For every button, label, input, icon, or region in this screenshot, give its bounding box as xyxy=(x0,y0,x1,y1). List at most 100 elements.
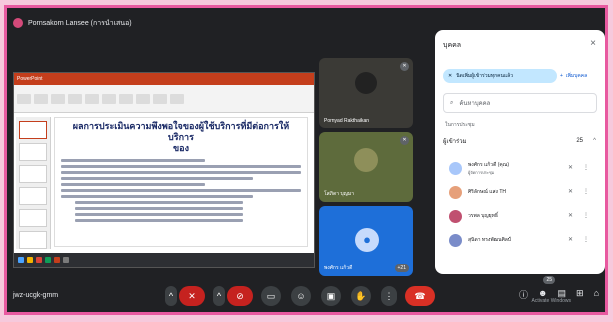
ribbon-button xyxy=(170,93,184,104)
windows-taskbar xyxy=(14,253,314,267)
ribbon-button xyxy=(34,93,48,104)
avatar-icon: ● xyxy=(355,228,379,252)
slide-text-line xyxy=(75,201,243,204)
hand-icon: ✋ xyxy=(355,290,367,301)
slide-text-line xyxy=(75,213,243,216)
participant-row[interactable]: วรพล บุญยุทธิ์ ✕ ⋮ xyxy=(443,204,597,228)
muted-mic-icon[interactable]: ✕ xyxy=(568,236,573,243)
slide-text-line xyxy=(61,189,301,192)
slide-thumbnail xyxy=(19,187,47,205)
more-options-button[interactable]: ⋮ xyxy=(381,286,397,306)
activities-icon[interactable]: ⊞ xyxy=(576,288,584,301)
slide-title: ผลการประเมินความพึงพอใจของผู้ใช้บริการที… xyxy=(61,122,301,155)
presenter-label: Pornsakorn Lansee (การนำเสนอ) xyxy=(28,19,132,27)
ribbon-button xyxy=(153,93,167,104)
participant-tile[interactable]: ● พงศักร แก้วดี +21 xyxy=(319,206,413,276)
muted-mic-icon: ✕ xyxy=(400,62,409,71)
slide-text-line xyxy=(61,165,301,168)
emoji-icon: ☺ xyxy=(296,291,306,301)
section-label: ในการประชุม xyxy=(445,122,475,128)
chevron-up-icon[interactable]: ^ xyxy=(593,134,596,148)
phone-hangup-icon: ☎ xyxy=(414,290,426,301)
meet-window: Pornsakorn Lansee (การนำเสนอ) PowerPoint xyxy=(4,5,608,315)
slide-text-line xyxy=(61,159,205,162)
participant-role: ผู้จัดการประชุม xyxy=(468,169,495,175)
presenter-avatar xyxy=(13,18,23,28)
ppt-title: PowerPoint xyxy=(17,76,43,82)
emoji-button[interactable]: ☺ xyxy=(291,286,311,306)
more-options-icon[interactable]: ⋮ xyxy=(583,236,589,243)
more-participants-badge[interactable]: +21 xyxy=(394,264,409,272)
meeting-code: jwz-ucgk-gmm xyxy=(13,292,59,299)
ribbon-button xyxy=(51,93,65,104)
participant-tile[interactable]: ✕ โสภิดา บุญมา xyxy=(319,132,413,202)
add-people-button[interactable]: + เพิ่มบุคคล xyxy=(555,69,605,83)
slide-thumbnail xyxy=(19,165,47,183)
present-icon: ▣ xyxy=(326,290,336,301)
search-placeholder: ค้นหาบุคคล xyxy=(459,101,491,107)
add-people-label: เพิ่มบุคคล xyxy=(565,73,588,79)
muted-mic-icon[interactable]: ✕ xyxy=(568,212,573,219)
camera-options-button[interactable]: ^ xyxy=(213,286,225,306)
ppt-title-bar: PowerPoint xyxy=(14,73,314,85)
taskbar-icon xyxy=(63,257,69,263)
more-options-icon[interactable]: ⋮ xyxy=(583,188,589,195)
participant-tile[interactable]: ✕ Pornyad Rakthaikan xyxy=(319,58,413,128)
participants-section-header[interactable]: ผู้เข้าร่วม xyxy=(443,134,597,148)
captions-button[interactable]: ▭ xyxy=(261,286,281,306)
info-icon[interactable]: ⓘ xyxy=(519,288,528,301)
people-count-badge: 25 xyxy=(543,276,555,284)
captions-icon: ▭ xyxy=(266,290,276,301)
ppt-ribbon xyxy=(14,85,314,113)
present-button[interactable]: ▣ xyxy=(321,286,341,306)
add-all-button[interactable]: ✕ นิดเพิ่มผู้เข้าร่วมทุกคนแล้ว xyxy=(443,69,557,83)
participant-name: วรพล บุญยุทธิ์ xyxy=(468,213,498,219)
ribbon-button xyxy=(119,93,133,104)
more-options-icon[interactable]: ⋮ xyxy=(583,164,589,171)
mic-off-icon: ✕ xyxy=(188,290,196,301)
participant-name: พงศักร แก้วดี (คุณ) xyxy=(468,161,510,168)
muted-mic-icon[interactable]: ✕ xyxy=(568,188,573,195)
avatar xyxy=(449,233,462,247)
taskbar-icon xyxy=(54,257,60,263)
slide-text-line xyxy=(61,195,253,198)
participant-name: สุนิดา ทรงพัฒนศิลป์ xyxy=(468,237,511,243)
participant-name: ศิริลักษณ์ แสง TH xyxy=(468,189,507,195)
slide-thumbnail xyxy=(19,143,47,161)
slide-canvas: ผลการประเมินความพึงพอใจของผู้ใช้บริการที… xyxy=(54,117,308,247)
presentation-view[interactable]: PowerPoint ผลการประเมินความพึงพอใจของผู้… xyxy=(13,72,315,268)
ribbon-button xyxy=(136,93,150,104)
participant-row[interactable]: ศิริลักษณ์ แสง TH ✕ ⋮ xyxy=(443,180,597,204)
muted-mic-icon: ✕ xyxy=(448,73,453,79)
leave-call-button[interactable]: ☎ xyxy=(405,286,435,306)
participant-video xyxy=(355,72,377,94)
presenter-bar: Pornsakorn Lansee (การนำเสนอ) xyxy=(13,14,425,32)
taskbar-icon xyxy=(45,257,51,263)
slide-title-line1: ผลการประเมินความพึงพอใจของผู้ใช้บริการที… xyxy=(72,122,290,143)
close-icon[interactable]: × xyxy=(590,38,596,49)
slide-thumbnail xyxy=(19,121,47,139)
slide-text-line xyxy=(75,219,243,222)
mic-options-button[interactable]: ^ xyxy=(165,286,177,306)
ribbon-button xyxy=(102,93,116,104)
participant-row[interactable]: สุนิดา ทรงพัฒนศิลป์ ✕ ⋮ xyxy=(443,228,597,252)
add-person-icon: + xyxy=(560,73,563,79)
taskbar-icon xyxy=(27,257,33,263)
raise-hand-button[interactable]: ✋ xyxy=(351,286,371,306)
search-input[interactable]: ⌕ ค้นหาบุคคล xyxy=(443,93,597,113)
avatar xyxy=(449,185,462,199)
slide-title-line2: ของ xyxy=(173,144,189,154)
muted-mic-icon: ✕ xyxy=(400,136,409,145)
camera-button[interactable]: ⊘ xyxy=(227,286,253,306)
slide-text-line xyxy=(61,183,205,186)
muted-mic-icon[interactable]: ✕ xyxy=(568,164,573,171)
mic-button[interactable]: ✕ xyxy=(179,286,205,306)
taskbar-icon xyxy=(18,257,24,263)
lock-icon[interactable]: ⌂ xyxy=(594,288,599,301)
participant-count: 25 xyxy=(576,138,583,144)
slide-text-line xyxy=(61,171,301,174)
more-options-icon[interactable]: ⋮ xyxy=(583,212,589,219)
participant-name: โสภิดา บุญมา xyxy=(324,191,355,197)
add-all-label: นิดเพิ่มผู้เข้าร่วมทุกคนแล้ว xyxy=(456,73,514,79)
participant-row[interactable]: พงศักร แก้วดี (คุณ) ผู้จัดการประชุม ✕ ⋮ xyxy=(443,156,597,180)
